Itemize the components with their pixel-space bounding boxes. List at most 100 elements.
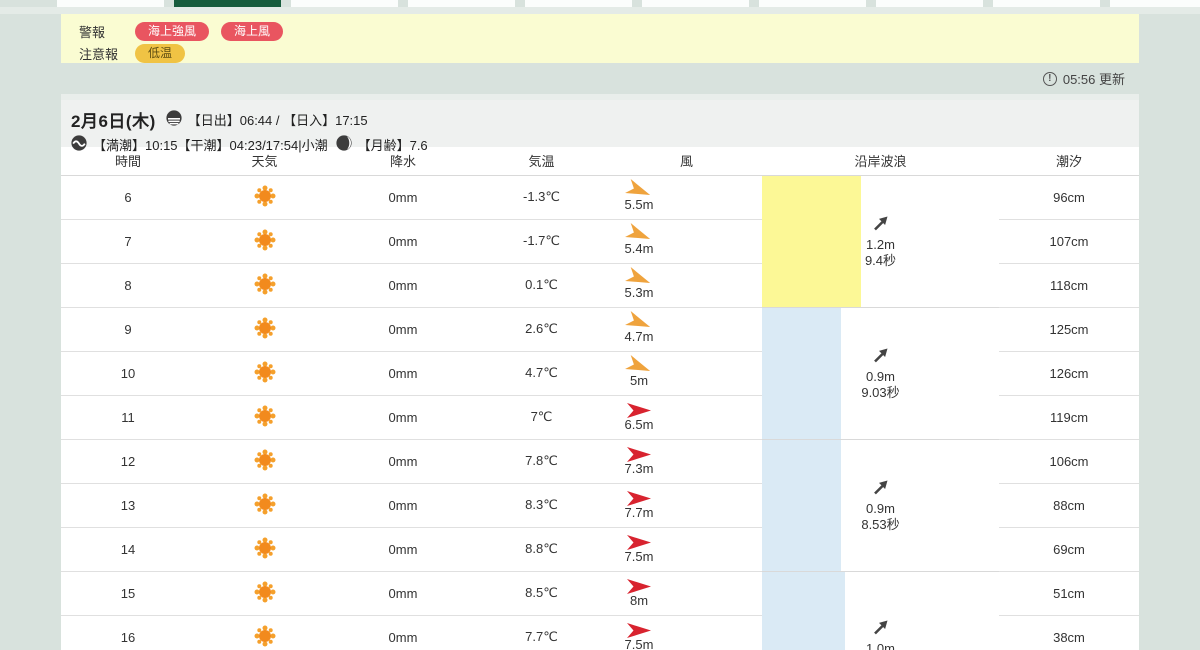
sunny-icon: [258, 365, 271, 378]
sunny-icon: [258, 233, 271, 246]
tide-cell: 51cm: [999, 571, 1139, 616]
warning-label: 警報: [79, 25, 106, 41]
wind-speed: 7.3m: [624, 460, 654, 476]
sunrise-sunset-info: 【日出】06:44 / 【日入】17:15: [187, 113, 368, 128]
weather-cell: [195, 307, 334, 352]
temp-cell: 8.5℃: [472, 571, 611, 616]
warning-badge[interactable]: 海上強風: [135, 22, 210, 42]
wind-cell: 7.5m: [611, 615, 762, 650]
tide-cell: 126cm: [999, 351, 1139, 396]
wind-cell: 5.3m: [611, 263, 762, 308]
tab-7[interactable]: [876, 0, 983, 7]
wind-direction-icon: [613, 310, 665, 331]
sunny-icon: [258, 585, 271, 598]
time-cell: 13: [61, 483, 195, 528]
wind-cell: 5m: [611, 351, 762, 396]
time-cell: 10: [61, 351, 195, 396]
precip-cell: 0mm: [334, 351, 472, 396]
tide-cell: 88cm: [999, 483, 1139, 528]
sunny-icon: [258, 321, 271, 334]
weather-cell: [195, 483, 334, 528]
tab-6[interactable]: [759, 0, 866, 7]
temp-cell: 4.7℃: [472, 351, 611, 396]
wind-direction-icon: [613, 266, 665, 287]
sunny-icon: [258, 277, 271, 290]
table-row: 15 0mm 8.5℃ 8m 1.0m 51cm: [61, 571, 1139, 650]
tide-cell: 107cm: [999, 219, 1139, 264]
wave-height: 1.0m: [866, 641, 895, 650]
weather-cell: [195, 527, 334, 572]
temp-cell: 8.8℃: [472, 527, 611, 572]
time-cell: 7: [61, 219, 195, 264]
weather-cell: [195, 395, 334, 440]
temp-cell: 8.3℃: [472, 483, 611, 528]
info-icon[interactable]: !: [1042, 71, 1057, 86]
tab-9[interactable]: [1110, 0, 1200, 7]
precip-cell: 0mm: [334, 571, 472, 616]
col-header-tide: 潮汐: [999, 147, 1139, 176]
wind-cell: 7.3m: [611, 439, 762, 484]
advisory-label: 注意報: [79, 47, 119, 63]
moon-phase-icon: [335, 135, 352, 154]
wind-direction-icon: [613, 178, 665, 199]
top-tab-strip: [0, 0, 1200, 7]
wind-direction-icon: [613, 578, 665, 595]
wave-period: 9.4秒: [864, 253, 897, 269]
wind-direction-icon: [613, 490, 665, 507]
tide-cell: 119cm: [999, 395, 1139, 440]
wind-speed: 8m: [629, 592, 649, 608]
wave-cell: 1.2m 9.4秒: [762, 175, 999, 308]
temp-cell: 7.7℃: [472, 615, 611, 650]
tab-2[interactable]: [291, 0, 398, 7]
tab-4[interactable]: [525, 0, 632, 7]
wind-cell: 5.5m: [611, 175, 762, 220]
precip-cell: 0mm: [334, 395, 472, 440]
tab-5[interactable]: [642, 0, 749, 7]
col-header-wave: 沿岸波浪: [762, 147, 999, 176]
sunny-icon: [258, 189, 271, 202]
temp-cell: 2.6℃: [472, 307, 611, 352]
wind-speed: 7.7m: [624, 504, 654, 520]
wind-cell: 8m: [611, 571, 762, 616]
forecast-table: 時間 天気 降水 気温 風 沿岸波浪 潮汐 6 0mm -1.3℃ 5.5m 1.2m 9…: [61, 147, 1139, 650]
tide-cell: 118cm: [999, 263, 1139, 308]
wind-direction-icon: [613, 534, 665, 551]
temp-cell: -1.7℃: [472, 219, 611, 264]
wind-speed: 6.5m: [624, 416, 654, 432]
wind-direction-icon: [613, 222, 665, 243]
tab-3[interactable]: [408, 0, 515, 7]
wave-direction-icon: [871, 480, 891, 500]
tab-8[interactable]: [993, 0, 1100, 7]
forecast-table-wrap: 時間 天気 降水 気温 風 沿岸波浪 潮汐 6 0mm -1.3℃ 5.5m 1.2m 9…: [61, 147, 1139, 650]
wind-speed: 7.5m: [624, 548, 654, 564]
weather-cell: [195, 439, 334, 484]
time-cell: 6: [61, 175, 195, 220]
temp-cell: 7℃: [472, 395, 611, 440]
temp-cell: 7.8℃: [472, 439, 611, 484]
precip-cell: 0mm: [334, 175, 472, 220]
precip-cell: 0mm: [334, 439, 472, 484]
wave-height: 0.9m: [866, 368, 895, 384]
col-header-wind: 風: [611, 147, 762, 176]
wind-cell: 7.5m: [611, 527, 762, 572]
precip-cell: 0mm: [334, 263, 472, 308]
wind-cell: 7.7m: [611, 483, 762, 528]
wind-cell: 4.7m: [611, 307, 762, 352]
sunny-icon: [258, 409, 271, 422]
col-header-temp: 気温: [472, 147, 611, 176]
wind-direction-icon: [613, 354, 665, 375]
time-cell: 8: [61, 263, 195, 308]
wave-direction-icon: [871, 216, 891, 236]
tide-cell: 96cm: [999, 175, 1139, 220]
date-header: 2月6日(木) 【日出】06:44 / 【日入】17:15 【満潮】10:15【…: [61, 100, 1139, 153]
warning-badge[interactable]: 海上風: [221, 22, 284, 42]
wind-direction-icon: [613, 622, 665, 639]
advisory-badge[interactable]: 低温: [135, 44, 186, 64]
time-cell: 9: [61, 307, 195, 352]
time-cell: 11: [61, 395, 195, 440]
update-row: ! 05:56 更新: [61, 63, 1139, 94]
tab-1[interactable]: [174, 0, 281, 7]
tab-0[interactable]: [57, 0, 164, 7]
tab-strip-underline: [0, 7, 1200, 14]
precip-cell: 0mm: [334, 307, 472, 352]
